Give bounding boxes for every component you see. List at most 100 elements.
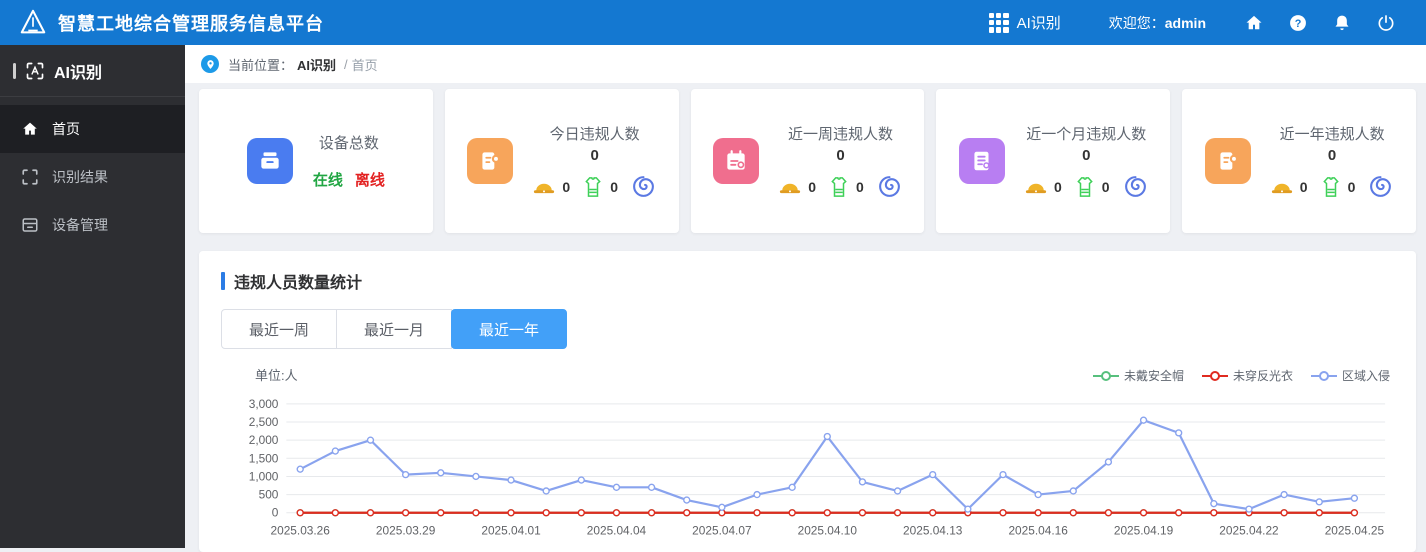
tab-last-month[interactable]: 最近一月 xyxy=(336,309,453,349)
legend-marker-icon xyxy=(1092,370,1119,381)
week-violation-icon xyxy=(713,138,760,184)
tab-last-week[interactable]: 最近一周 xyxy=(221,309,338,349)
unit-label: 单位:人 xyxy=(255,368,298,383)
svg-text:2025.04.04: 2025.04.04 xyxy=(587,524,647,538)
panel-title: 违规人员数量统计 xyxy=(234,275,363,292)
stat-card-title: 近一周违规人数 xyxy=(787,126,893,143)
svg-text:2,000: 2,000 xyxy=(249,433,279,447)
legend-marker-icon xyxy=(1201,370,1228,381)
sidebar-title: AI识别 xyxy=(0,45,185,97)
time-range-tabs: 最近一周 最近一月 最近一年 xyxy=(221,309,1394,349)
legend-label: 未穿反光衣 xyxy=(1232,369,1293,383)
platform-title: 智慧工地综合管理服务信息平台 xyxy=(58,13,324,34)
ai-recognition-icon xyxy=(26,62,44,79)
vest-count: 0 xyxy=(855,178,864,195)
stat-card-today: 今日违规人数 0 0 0 xyxy=(444,89,679,233)
svg-text:2025.04.13: 2025.04.13 xyxy=(903,524,963,538)
svg-text:2,500: 2,500 xyxy=(249,415,279,429)
sidebar-item-label: 设备管理 xyxy=(52,217,108,233)
stat-card-week: 近一周违规人数 0 0 0 xyxy=(690,89,925,233)
location-pin-icon xyxy=(201,55,219,73)
svg-text:1,500: 1,500 xyxy=(249,451,279,465)
svg-text:2025.04.25: 2025.04.25 xyxy=(1325,524,1385,538)
helmet-count: 0 xyxy=(1299,178,1308,195)
svg-text:2025.04.22: 2025.04.22 xyxy=(1219,524,1278,538)
sidebar-item-label: 首页 xyxy=(52,121,80,137)
breadcrumb-separator: / xyxy=(344,56,348,72)
home-icon xyxy=(23,122,37,135)
svg-text:2025.03.29: 2025.03.29 xyxy=(376,524,436,538)
stat-card-total: 0 xyxy=(590,147,599,164)
app-switcher[interactable]: AI识别 xyxy=(988,12,1061,33)
tab-last-year[interactable]: 最近一年 xyxy=(451,309,568,349)
year-violation-icon xyxy=(1204,138,1251,184)
svg-text:2025.04.07: 2025.04.07 xyxy=(692,524,751,538)
top-header: 智慧工地综合管理服务信息平台 AI识别 欢迎您：admin ? xyxy=(0,0,1426,45)
app-switcher-label: AI识别 xyxy=(1016,15,1061,32)
sidebar-item-results[interactable]: 识别结果 xyxy=(0,153,185,201)
stat-card-year: 近一年违规人数 0 0 0 xyxy=(1182,89,1416,233)
legend-marker-icon xyxy=(1310,370,1337,381)
help-icon[interactable]: ? xyxy=(1287,12,1309,34)
svg-text:1,000: 1,000 xyxy=(249,469,279,483)
month-violation-icon xyxy=(958,138,1005,184)
today-violation-icon xyxy=(467,138,514,184)
stat-card-title: 近一个月违规人数 xyxy=(1026,126,1147,143)
helmet-icon xyxy=(534,183,555,193)
welcome-text: 欢迎您：admin xyxy=(1109,13,1206,33)
intrusion-spiral-icon xyxy=(1370,176,1392,197)
breadcrumb-current[interactable]: 首页 xyxy=(352,55,378,74)
svg-text:0: 0 xyxy=(272,506,279,520)
stat-card-month: 近一个月违规人数 0 0 0 xyxy=(936,89,1171,233)
vest-icon xyxy=(831,176,847,197)
legend-label: 未戴安全帽 xyxy=(1123,369,1184,383)
vest-count: 0 xyxy=(610,178,618,195)
notification-bell-icon[interactable] xyxy=(1331,12,1353,34)
svg-text:?: ? xyxy=(1295,18,1302,30)
welcome-label: 欢迎您： xyxy=(1108,14,1165,31)
legend-intrusion[interactable]: 区域入侵 xyxy=(1310,367,1390,384)
svg-text:3,000: 3,000 xyxy=(249,397,279,411)
online-label: 在线 xyxy=(312,172,343,189)
stat-card-total: 0 xyxy=(836,147,845,164)
vest-count: 0 xyxy=(1101,178,1110,195)
offline-label: 离线 xyxy=(354,172,385,189)
sidebar: AI识别 首页 识别结果 设备管理 xyxy=(0,45,185,548)
title-accent-bar xyxy=(221,272,225,290)
breadcrumb-section[interactable]: AI识别 xyxy=(297,55,336,74)
vest-icon xyxy=(1077,176,1093,197)
home-icon[interactable] xyxy=(1243,12,1265,34)
logout-power-icon[interactable] xyxy=(1375,12,1397,34)
intrusion-spiral-icon xyxy=(1124,176,1146,197)
legend-label: 区域入侵 xyxy=(1341,369,1390,383)
svg-text:500: 500 xyxy=(259,488,279,502)
sidebar-item-home[interactable]: 首页 xyxy=(0,105,185,153)
helmet-icon xyxy=(1271,183,1292,193)
stat-card-title: 近一年违规人数 xyxy=(1279,126,1385,143)
platform-logo-icon xyxy=(20,9,46,33)
stat-card-title: 今日违规人数 xyxy=(549,126,640,143)
username: admin xyxy=(1164,14,1206,31)
stat-card-total: 0 xyxy=(1082,147,1091,164)
helmet-count: 0 xyxy=(1053,178,1062,195)
legend-vest[interactable]: 未穿反光衣 xyxy=(1201,367,1293,384)
svg-text:2025.04.19: 2025.04.19 xyxy=(1114,524,1174,538)
svg-text:2025.04.01: 2025.04.01 xyxy=(481,524,541,538)
stat-card-devices: 设备总数 在线 离线 xyxy=(199,89,433,233)
device-total-icon xyxy=(246,138,293,184)
collapse-handle-icon[interactable] xyxy=(13,62,16,79)
svg-text:2025.04.16: 2025.04.16 xyxy=(1008,524,1068,538)
vest-icon xyxy=(585,176,601,197)
svg-text:2025.04.10: 2025.04.10 xyxy=(798,524,858,538)
violation-statistics-panel: 违规人员数量统计 最近一周 最近一月 最近一年 单位:人 未戴安全帽 未穿反光衣 xyxy=(199,251,1416,552)
helmet-icon xyxy=(780,183,801,193)
scan-frame-icon xyxy=(22,169,38,185)
sidebar-item-devices[interactable]: 设备管理 xyxy=(0,201,185,249)
svg-text:2025.03.26: 2025.03.26 xyxy=(271,524,331,538)
stat-card-title: 设备总数 xyxy=(318,135,379,152)
breadcrumb: 当前位置： AI识别 / 首页 xyxy=(185,45,1426,83)
legend-helmet[interactable]: 未戴安全帽 xyxy=(1092,367,1184,384)
intrusion-spiral-icon xyxy=(633,176,654,197)
helmet-count: 0 xyxy=(562,178,571,195)
stat-cards-row: 设备总数 在线 离线 今日违规人数 0 0 0 近一周违规人数 0 0 0 近一… xyxy=(185,83,1426,233)
